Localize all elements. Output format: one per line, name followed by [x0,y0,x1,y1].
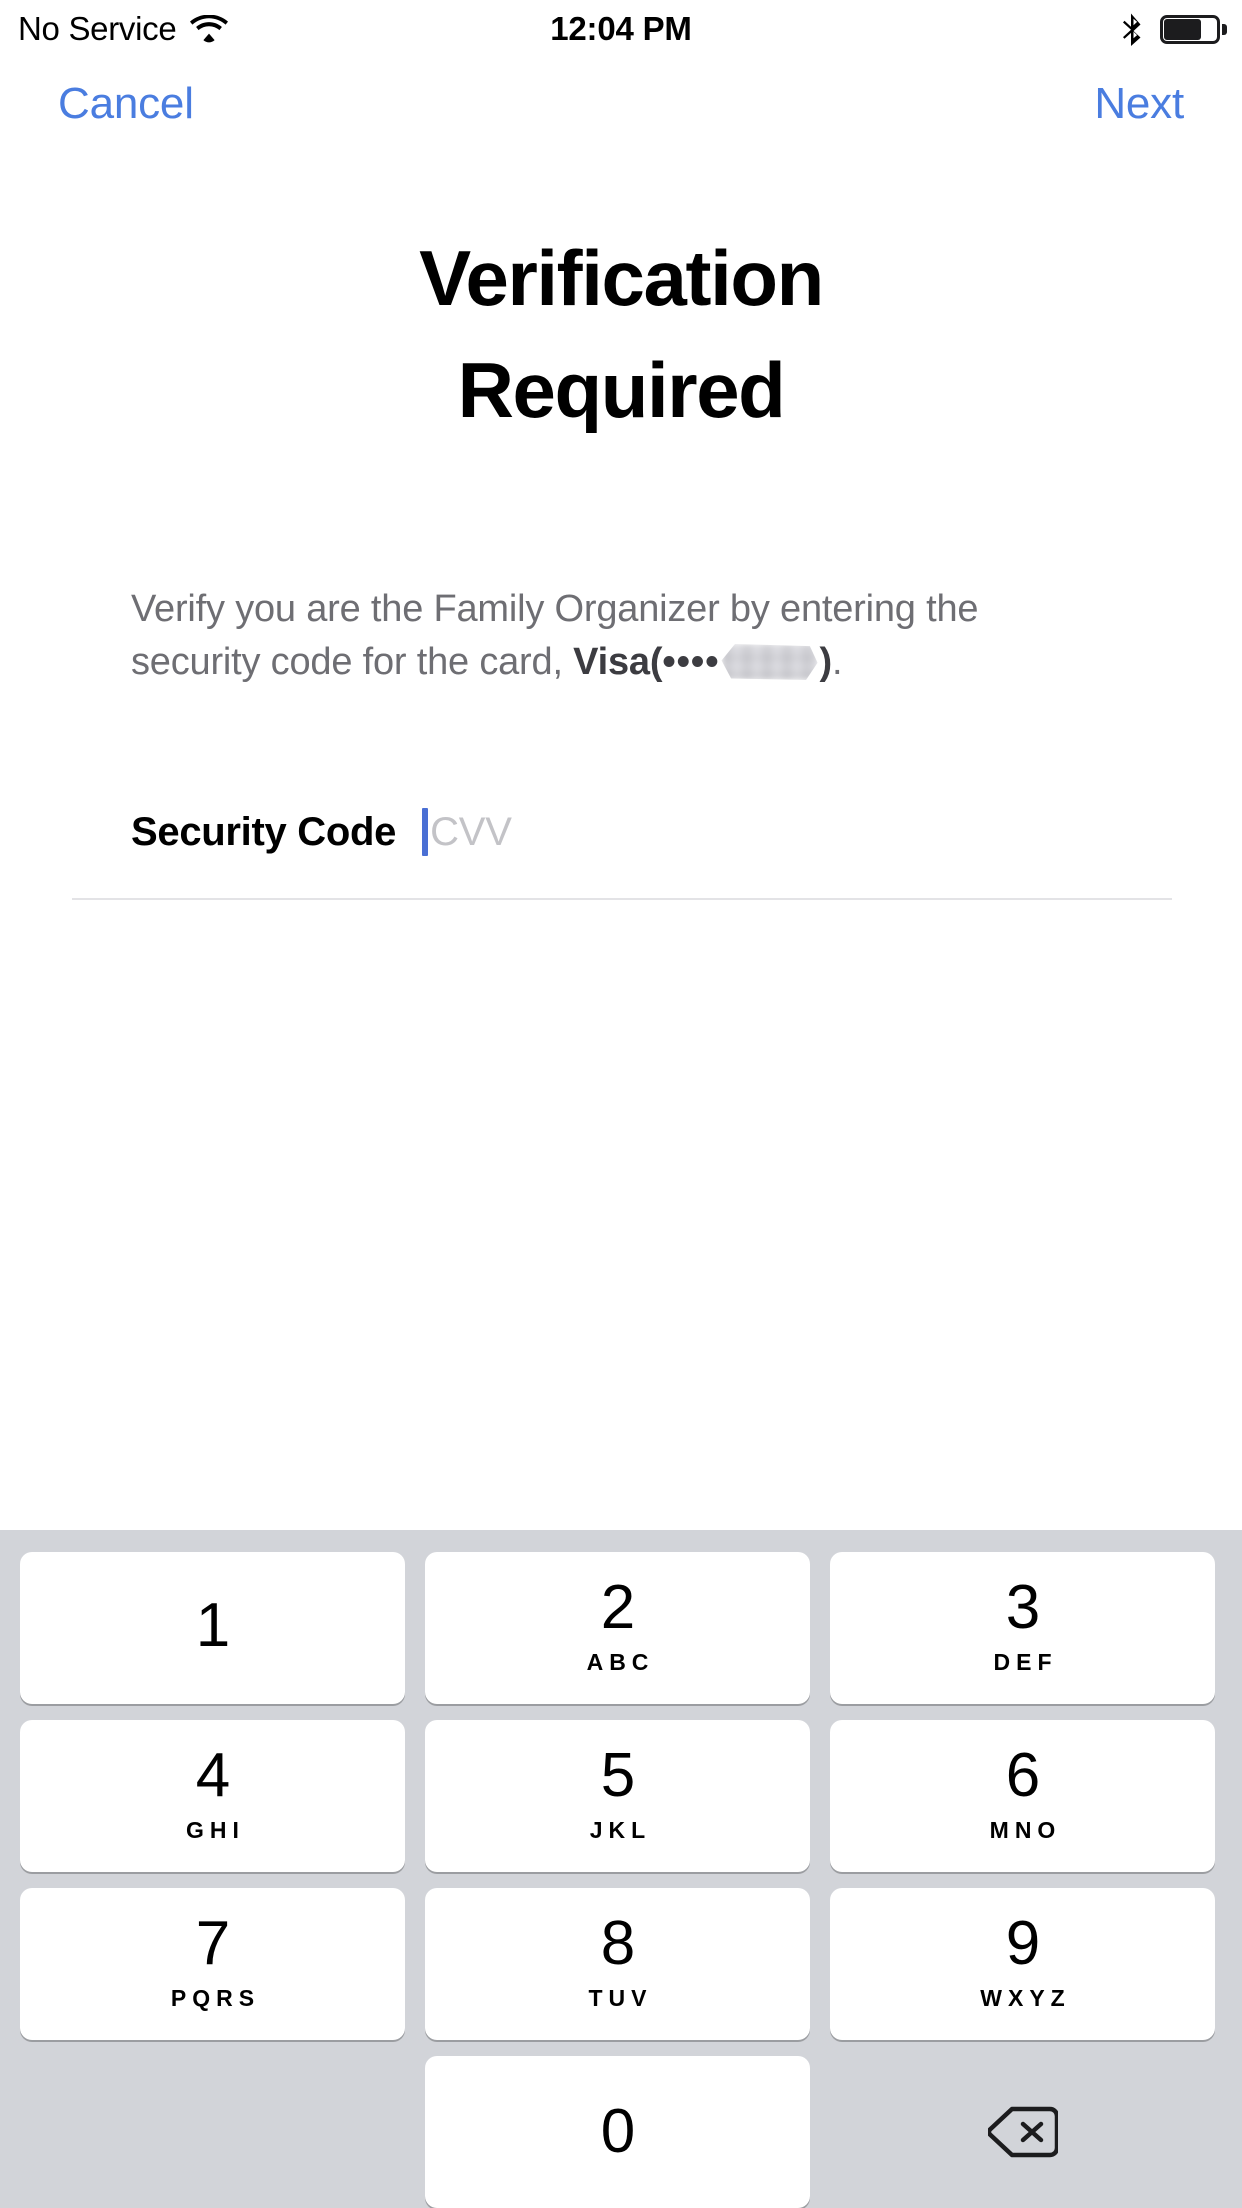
key-1-digit: 1 [195,1591,230,1660]
key-2[interactable]: 2 ABC [425,1552,810,1704]
security-code-field[interactable]: Security Code CVV [131,800,1111,864]
key-1[interactable]: 1 [20,1552,405,1704]
key-8-digit: 8 [600,1908,635,1978]
navigation-bar: Cancel Next [0,58,1242,150]
phone-screen: No Service 12:04 PM Cancel Next Verifica… [0,0,1242,2208]
delete-backspace-icon [987,2106,1058,2158]
instruction-prefix: Verify you are the Family Organizer by e… [131,588,979,683]
key-9-letters: WXYZ [980,1984,1071,2011]
key-4-letters: GHI [186,1816,245,1843]
keypad-row-4: 0 [0,2056,1242,2208]
text-caret [422,808,429,856]
key-2-digit: 2 [600,1572,635,1642]
key-6-digit: 6 [1005,1740,1040,1810]
security-code-input[interactable]: CVV [430,810,512,855]
key-0-digit: 0 [600,2097,635,2166]
key-5-letters: JKL [589,1816,652,1843]
card-masked-dots: •••• [662,641,720,683]
numeric-keypad: 1 2 ABC 3 DEF 4 GHI 5 JKL 6 MNO 7 PQRS 8… [0,1530,1242,2208]
status-bar-time: 12:04 PM [550,10,692,47]
cancel-button[interactable]: Cancel [58,58,194,150]
key-5-digit: 5 [600,1740,635,1810]
key-6-letters: MNO [989,1816,1062,1843]
keypad-row-2: 4 GHI 5 JKL 6 MNO [0,1720,1242,1872]
key-3[interactable]: 3 DEF [830,1552,1215,1704]
field-divider [72,898,1172,900]
key-4[interactable]: 4 GHI [20,1720,405,1872]
key-3-letters: DEF [993,1648,1058,1675]
battery-icon [1160,14,1227,44]
page-title-line-2: Required [457,346,786,434]
key-9[interactable]: 9 WXYZ [830,1888,1215,2040]
page-title-line-1: Verification [419,234,824,322]
key-9-digit: 9 [1005,1908,1040,1978]
key-8[interactable]: 8 TUV [425,1888,810,2040]
page-title: Verification Required [0,222,1242,446]
security-code-label: Security Code [131,809,397,854]
card-brand-label: Visa [573,641,650,683]
keypad-row-3: 7 PQRS 8 TUV 9 WXYZ [0,1888,1242,2040]
card-close-paren: ) [819,641,833,683]
key-4-digit: 4 [195,1740,230,1810]
status-bar: No Service 12:04 PM [0,0,1242,58]
instruction-text: Verify you are the Family Organizer by e… [131,583,1021,689]
key-7-letters: PQRS [170,1984,261,2011]
instruction-suffix: . [832,641,843,683]
card-open-paren: ( [649,641,663,683]
key-7-digit: 7 [195,1908,230,1978]
key-8-letters: TUV [588,1984,653,2011]
card-digits-redaction [721,644,818,680]
status-bar-right [1120,12,1227,46]
key-3-digit: 3 [1005,1572,1040,1642]
key-5[interactable]: 5 JKL [425,1720,810,1872]
key-2-letters: ABC [586,1648,655,1675]
keypad-row-1: 1 2 ABC 3 DEF [0,1552,1242,1704]
bluetooth-icon [1120,12,1144,46]
key-0[interactable]: 0 [425,2056,810,2208]
key-6[interactable]: 6 MNO [830,1720,1215,1872]
key-7[interactable]: 7 PQRS [20,1888,405,2040]
delete-backspace-key[interactable] [830,2056,1215,2208]
next-button[interactable]: Next [1094,58,1184,150]
